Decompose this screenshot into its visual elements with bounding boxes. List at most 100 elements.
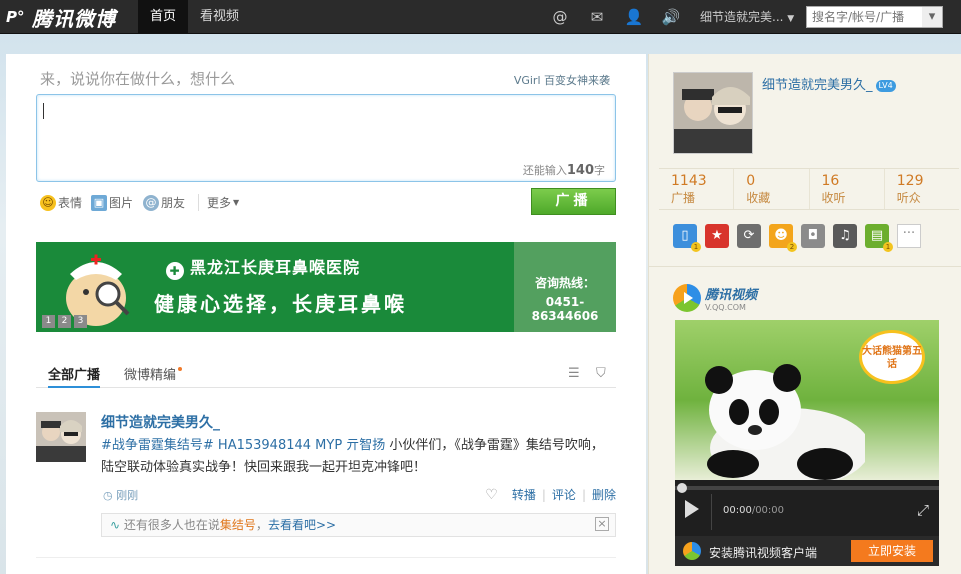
profile-sidebar: 细节造就完美男久_ LV4 1143 广播 0 收藏 16 收听 129 听众 ▯… (648, 54, 961, 574)
banner-slogan: 健康心选择，长庚耳鼻喉 (154, 292, 407, 316)
tencent-video-app-icon (683, 542, 701, 560)
user-icon[interactable]: 👤 (624, 7, 644, 27)
install-client-bar: 安装腾讯视频客户端 立即安装 (675, 536, 939, 566)
nav-tab-video[interactable]: 看视频 (188, 0, 251, 34)
app-message-icon[interactable]: ▤ 1 (865, 224, 893, 252)
friends-button[interactable]: @ 朋友 (143, 194, 185, 211)
char-counter: 还能输入140字 (522, 163, 605, 178)
mail-icon[interactable]: ✉ (587, 7, 607, 27)
at-friend-icon: @ (143, 194, 159, 211)
stat-broadcasts[interactable]: 1143 广播 (659, 169, 735, 209)
comment-button[interactable]: 评论 (552, 486, 576, 503)
user-menu-label: 细节造就完美... (700, 10, 784, 24)
related-topic-bar: ∿ 还有很多人也在说集结号，去看看吧>> × (101, 513, 616, 537)
post-author-name[interactable]: 细节造就完美男久_ (101, 412, 220, 432)
stat-followers[interactable]: 129 听众 (885, 169, 959, 209)
app-mobile-icon[interactable]: ▯ 1 (673, 224, 701, 252)
main-panel: 来，说说你在做什么，想什么 VGirl 百变女神来袭 还能输入140字 ☺ 表情… (6, 54, 646, 574)
app-refresh-icon[interactable]: ⟳ (737, 224, 761, 248)
close-icon[interactable]: × (595, 517, 609, 531)
clock-icon: ◷ (103, 489, 113, 502)
delete-button[interactable]: 删除 (592, 486, 616, 503)
more-tools-button[interactable]: 更多 ▼ (198, 194, 239, 211)
composer-hint: 来，说说你在做什么，想什么 (40, 70, 236, 88)
search-input[interactable] (807, 7, 922, 27)
user-menu-dropdown[interactable]: 细节造就完美... ▼ (700, 0, 794, 34)
like-heart-icon[interactable]: ♡ (485, 487, 498, 503)
related-keyword[interactable]: 集结号 (220, 518, 256, 532)
player-divider (711, 494, 712, 530)
tab-all-broadcasts[interactable]: 全部广播 (48, 364, 101, 388)
post-timestamp[interactable]: ◷ 刚刚 (103, 487, 138, 503)
hotline-number: 0451-86344606 (531, 295, 599, 323)
video-progress-handle[interactable] (677, 483, 687, 493)
video-progress-bar[interactable] (675, 486, 939, 490)
tencent-weibo-logo[interactable]: P° 腾讯微博 (6, 5, 116, 31)
char-count-value: 140 (566, 163, 594, 178)
search-box: ▾ (806, 6, 943, 28)
play-icon[interactable] (685, 500, 699, 518)
emoji-button[interactable]: ☺ 表情 (40, 194, 82, 211)
banner-page-2[interactable]: 2 (58, 315, 71, 328)
chevron-down-icon: ▼ (787, 14, 795, 24)
hospital-banner-ad[interactable]: ✚ 黑龙江长庚耳鼻喉医院 健康心选择，长庚耳鼻喉 咨询热线： 0451-86344… (36, 242, 616, 332)
stat-following[interactable]: 16 收听 (810, 169, 885, 209)
level-badge: LV4 (875, 80, 896, 92)
sidebar-divider (649, 266, 961, 267)
feed-tabs: 全部广播 微博精编 ☰ ⛉ (36, 356, 616, 388)
related-see-more-link[interactable]: 去看看吧>> (268, 518, 336, 532)
image-button[interactable]: ▣ 图片 (91, 194, 133, 211)
install-now-button[interactable]: 立即安装 (851, 540, 933, 562)
profile-name[interactable]: 细节造就完美男久_ LV4 (762, 74, 896, 93)
top-navigation-bar: P° 腾讯微博 首页 看视频 @ ✉ 👤 🔊 细节造就完美... ▼ ▾ (0, 0, 961, 34)
post-author-avatar[interactable] (36, 412, 86, 462)
profile-stats: 1143 广播 0 收藏 16 收听 129 听众 (659, 168, 959, 210)
banner-hotline: 咨询热线： 0451-86344606 (514, 242, 616, 332)
weibo-logo-icon: P° (6, 8, 25, 26)
mention-icon[interactable]: @ (550, 7, 570, 27)
hospital-logo-icon: ✚ (166, 262, 184, 280)
fullscreen-icon[interactable]: ⤢ (917, 501, 929, 519)
profile-avatar[interactable] (673, 72, 753, 154)
post-content: #战争雷霆集结号# HA153948144 MYP 亓智扬 小伙伴们，《战争雷霆… (101, 435, 616, 479)
app-game-icon[interactable]: ☻ 2 (769, 224, 797, 252)
video-player-controls: 00:00/00:00 ⤢ (675, 480, 939, 536)
composer-textarea[interactable]: 还能输入140字 (36, 94, 616, 182)
image-icon: ▣ (91, 194, 107, 211)
install-client-text: 安装腾讯视频客户端 (709, 546, 818, 560)
pulse-icon: ∿ (110, 518, 121, 532)
app-shortcuts: ▯ 1 ★ ⟳ ☻ 2 ◘ ♫ ▤ 1 ··· (673, 224, 921, 252)
logo-text: 腾讯微博 (32, 6, 116, 31)
chevron-down-icon: ▼ (233, 198, 240, 207)
hospital-name: ✚ 黑龙江长庚耳鼻喉医院 (166, 254, 360, 280)
tencent-video-url: V.QQ.COM (705, 303, 746, 312)
filter-shield-icon[interactable]: ⛉ (596, 366, 606, 381)
app-music-icon[interactable]: ♫ (833, 224, 857, 248)
nav-tab-home[interactable]: 首页 (138, 0, 189, 34)
tencent-video-play-icon (673, 284, 701, 312)
video-thumbnail[interactable]: 大话熊猫第五话 (675, 320, 939, 480)
text-caret (43, 103, 44, 119)
hotline-title: 咨询热线： (534, 276, 595, 290)
tencent-video-logo[interactable]: 腾讯视频 V.QQ.COM (673, 284, 757, 312)
emoji-icon: ☺ (40, 194, 56, 211)
apps-more-button[interactable]: ··· (897, 224, 921, 248)
panda-image (705, 364, 865, 480)
list-view-icon[interactable]: ☰ (568, 366, 580, 381)
post-hashtag-link[interactable]: #战争雷霆集结号# HA153948144 MYP 亓智扬 (101, 438, 385, 453)
avatar-image (36, 412, 86, 462)
banner-page-3[interactable]: 3 (74, 315, 87, 328)
banner-page-1[interactable]: 1 (42, 315, 55, 328)
post-actions: ♡ 转播 | 评论 | 删除 (485, 486, 616, 503)
repost-button[interactable]: 转播 (512, 486, 536, 503)
tab-weibo-digest[interactable]: 微博精编 (124, 364, 183, 388)
stat-favorites[interactable]: 0 收藏 (734, 169, 810, 209)
post-button[interactable]: 广播 (531, 188, 616, 215)
profile-avatar-image (674, 73, 752, 153)
search-icon[interactable]: ▾ (922, 7, 942, 27)
composer-promo-link[interactable]: VGirl 百变女神来袭 (514, 72, 610, 88)
app-camera-icon[interactable]: ◘ (801, 224, 825, 248)
app-star-icon[interactable]: ★ (705, 224, 729, 248)
action-divider: | (541, 487, 546, 502)
sound-icon[interactable]: 🔊 (661, 7, 681, 27)
